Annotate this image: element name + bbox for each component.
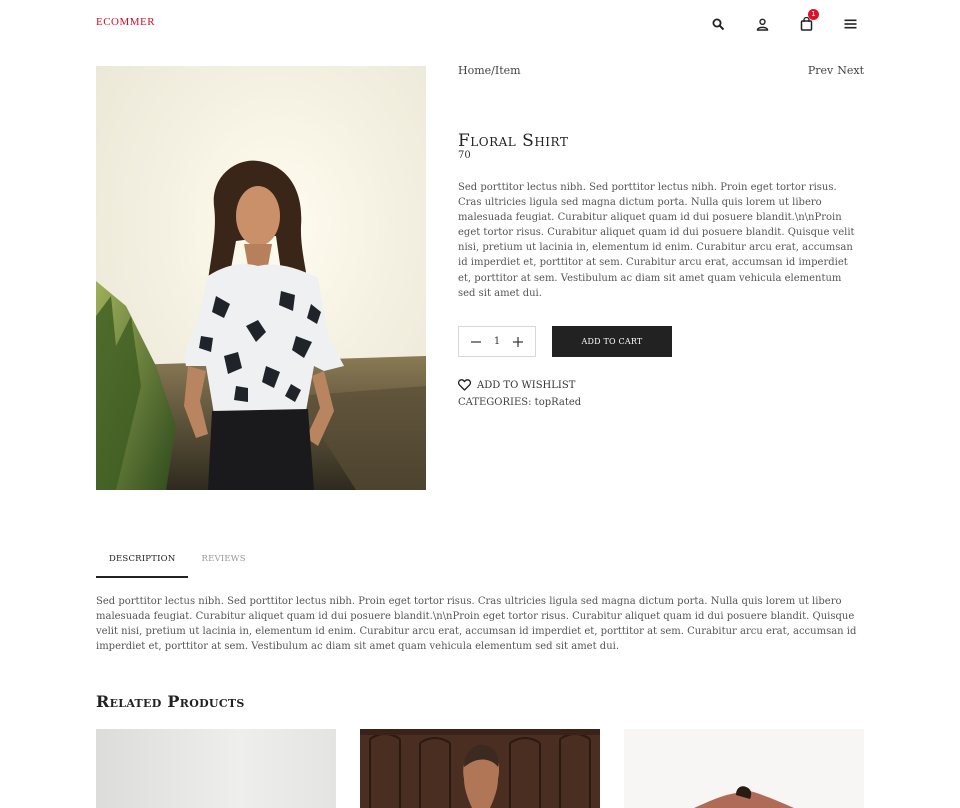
categories-label: CATEGORIES: [458,397,532,408]
add-to-cart-button[interactable]: ADD TO CART [552,326,672,357]
menu-icon[interactable] [840,14,860,34]
product-tabs: DESCRIPTION REVIEWS [96,546,259,578]
increase-quantity-button[interactable] [511,335,525,349]
wishlist-label: ADD TO WISHLIST [477,380,576,391]
related-products-heading: Related Products [96,692,245,711]
tab-description[interactable]: DESCRIPTION [96,546,189,578]
product-title: Floral Shirt [458,131,569,151]
quantity-stepper: 1 [458,326,536,357]
next-link[interactable]: Next [837,64,864,77]
heart-icon [457,376,472,395]
related-product-card[interactable] [96,729,336,808]
breadcrumb[interactable]: Home/Item [458,64,521,77]
add-to-wishlist-button[interactable]: ADD TO WISHLIST [457,376,576,395]
related-product-card[interactable] [360,729,600,808]
product-price: 70 [458,150,471,161]
related-product-card[interactable] [624,729,864,808]
user-icon[interactable] [752,14,772,34]
tab-reviews[interactable]: REVIEWS [188,546,258,578]
tab-description-content: Sed porttitor lectus nibh. Sed porttitor… [96,596,857,653]
product-description: Sed porttitor lectus nibh. Sed porttitor… [458,182,855,299]
cart-count-badge: 1 [808,9,819,20]
product-pagination: Prev Next [808,64,864,77]
shopping-bag-icon[interactable]: 1 [796,9,819,34]
decrease-quantity-button[interactable] [469,335,483,349]
quantity-value[interactable]: 1 [494,336,500,347]
site-logo[interactable]: ECOMMER [96,16,155,28]
category-link[interactable]: topRated [535,397,582,408]
product-image [96,66,426,490]
site-header: ECOMMER 1 [0,0,960,48]
search-icon[interactable] [708,14,728,34]
product-categories: CATEGORIES: topRated [458,397,581,408]
prev-link[interactable]: Prev [808,64,833,77]
